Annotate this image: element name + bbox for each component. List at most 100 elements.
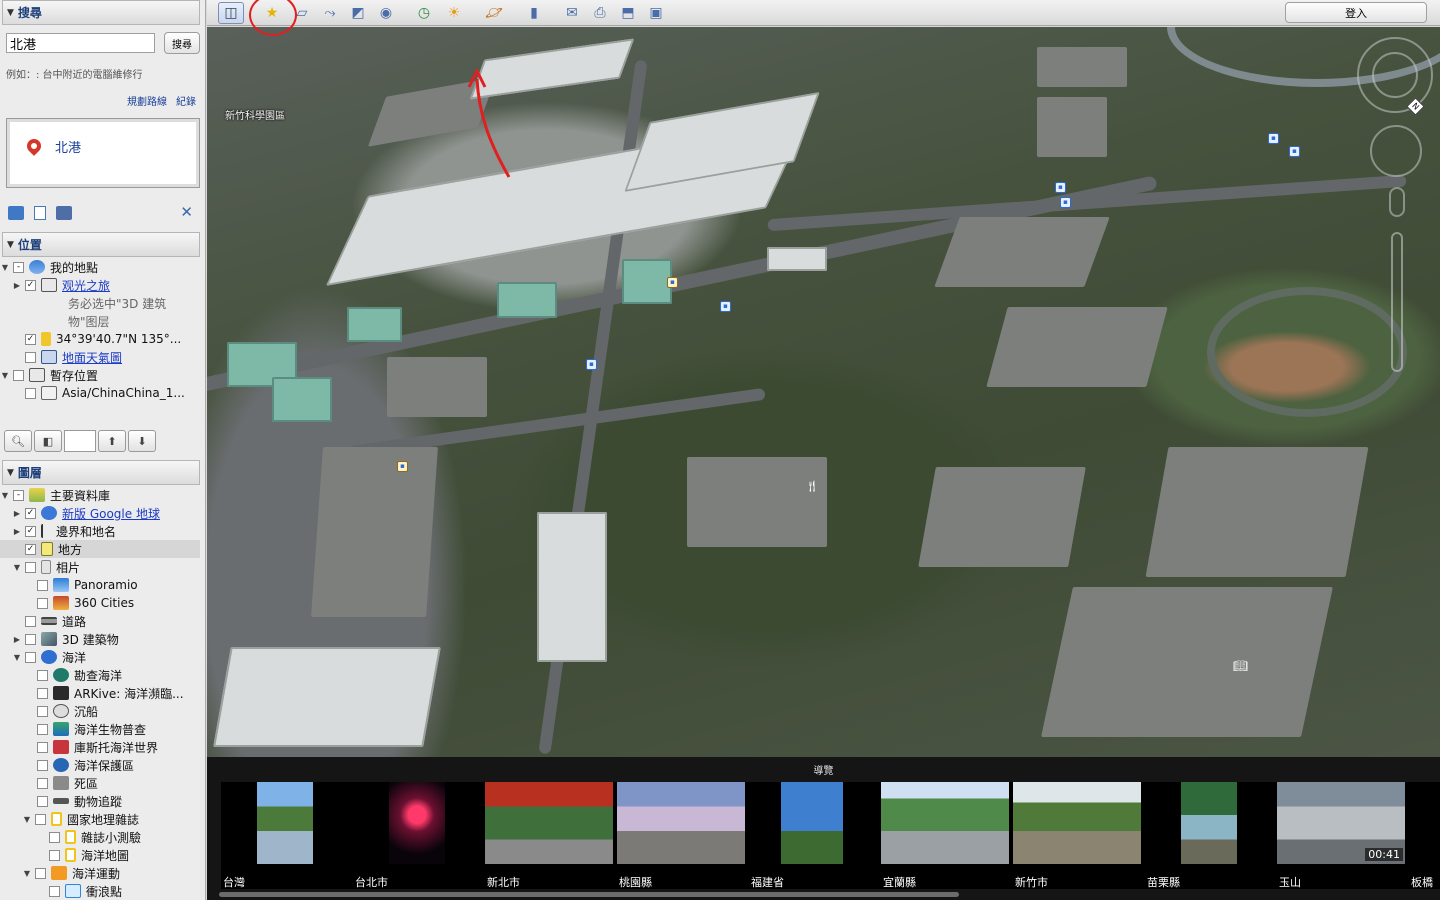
planets-button[interactable]: 🪐︎: [481, 2, 507, 24]
tour-card[interactable]: 台灣: [221, 782, 353, 889]
expand-triangle-icon[interactable]: ▼: [12, 563, 22, 572]
tour-card[interactable]: 新北市: [485, 782, 617, 889]
search-places-button[interactable]: 🔍︎: [4, 430, 32, 452]
places-filter-input[interactable]: [64, 430, 96, 452]
tour-card[interactable]: 板橋: [1409, 782, 1440, 889]
landmark-icon[interactable]: ▪: [667, 277, 678, 288]
expand-triangle-icon[interactable]: ▼: [0, 263, 10, 272]
checkbox[interactable]: [25, 633, 36, 645]
checkbox[interactable]: ✓: [25, 525, 36, 537]
sidebar-toggle-button[interactable]: ◫: [218, 2, 244, 24]
checkbox[interactable]: [25, 651, 36, 663]
layer-new-google-earth[interactable]: ▶ ✓ 新版 Google 地球: [0, 504, 200, 522]
bus-stop-icon[interactable]: ▪: [586, 359, 597, 370]
checkbox[interactable]: -: [13, 489, 24, 501]
layer-arkive[interactable]: ARKive: 海洋瀕臨...: [0, 684, 200, 702]
search-panel-header[interactable]: ▼ 搜尋: [2, 0, 200, 25]
print-icon[interactable]: [56, 206, 72, 220]
layers-panel-header[interactable]: ▼ 圖層: [2, 460, 200, 485]
layer-3d-buildings[interactable]: ▶ 3D 建築物: [0, 630, 200, 648]
expand-triangle-icon[interactable]: ▼: [22, 869, 32, 878]
layer-marine-protected-areas[interactable]: 海洋保護區: [0, 756, 200, 774]
checkbox[interactable]: [35, 867, 46, 879]
bus-stop-icon[interactable]: ▪: [1055, 182, 1066, 193]
layer-magazine-quiz[interactable]: 雜誌小測驗: [0, 828, 200, 846]
tour-card[interactable]: 桃園縣: [617, 782, 749, 889]
history-link[interactable]: 紀錄: [176, 93, 196, 108]
book-icon[interactable]: 📖︎: [1233, 660, 1248, 673]
close-icon[interactable]: ✕: [180, 203, 193, 221]
layer-360-cities[interactable]: 360 Cities: [0, 594, 200, 612]
checkbox[interactable]: [37, 597, 48, 609]
layer-places[interactable]: ✓ 地方: [0, 540, 200, 558]
layer-shipwrecks[interactable]: 沉船: [0, 702, 200, 720]
checkbox[interactable]: [49, 831, 60, 843]
checkbox[interactable]: [37, 795, 48, 807]
sunlight-button[interactable]: ☀: [441, 2, 467, 24]
tree-item-temporary-places[interactable]: ▼ 暫存位置: [0, 366, 200, 384]
map-3d-view[interactable]: ▪ ▪ ▪ ▪ ▪ ▪ ▪ ▪ 🍴︎ 📖︎ 新竹科學園區 N: [207, 27, 1440, 757]
print-button[interactable]: ⎙: [587, 2, 613, 24]
copy-icon[interactable]: [34, 206, 46, 220]
checkbox[interactable]: [49, 885, 60, 897]
email-button[interactable]: ✉: [559, 2, 585, 24]
login-button[interactable]: 登入: [1285, 2, 1427, 23]
search-result-link[interactable]: 北港: [55, 137, 81, 156]
record-tour-button[interactable]: ◉: [373, 2, 399, 24]
save-image-button[interactable]: ⬒: [615, 2, 641, 24]
route-planning-link[interactable]: 規劃路線: [127, 93, 167, 108]
checkbox[interactable]: [37, 705, 48, 717]
bus-stop-icon[interactable]: ▪: [1268, 133, 1279, 144]
expand-triangle-icon[interactable]: ▼: [22, 815, 32, 824]
tour-card[interactable]: 福建省: [749, 782, 881, 889]
expand-triangle-icon[interactable]: ▼: [0, 371, 10, 380]
checkbox[interactable]: ✓: [25, 279, 36, 291]
expand-triangle-icon[interactable]: ▼: [0, 491, 10, 500]
places-panel-header[interactable]: ▼ 位置: [2, 232, 200, 257]
checkbox[interactable]: [49, 849, 60, 861]
checkbox[interactable]: ✓: [25, 543, 36, 555]
map-place-label[interactable]: 新竹科學園區: [225, 107, 285, 122]
tree-item-link[interactable]: 地面天氣圖: [62, 349, 122, 366]
zoom-slider[interactable]: [1391, 232, 1403, 372]
expand-triangle-icon[interactable]: ▼: [12, 653, 22, 662]
checkbox[interactable]: [25, 351, 36, 363]
street-view-pegman-icon[interactable]: [1389, 187, 1405, 217]
bus-stop-icon[interactable]: ▪: [1060, 197, 1071, 208]
layer-animal-tracking[interactable]: 動物追蹤: [0, 792, 200, 810]
restaurant-icon[interactable]: 🍴︎: [805, 481, 819, 493]
layer-ocean[interactable]: ▼ 海洋: [0, 648, 200, 666]
checkbox[interactable]: [25, 615, 36, 627]
tour-card[interactable]: 台北市: [353, 782, 485, 889]
layer-roads[interactable]: 道路: [0, 612, 200, 630]
layer-primary-database[interactable]: ▼ - 主要資料庫: [0, 486, 200, 504]
checkbox[interactable]: [35, 813, 46, 825]
collapse-triangle-icon[interactable]: ▼: [7, 8, 14, 18]
ruler-button[interactable]: ▮: [521, 2, 547, 24]
checkbox[interactable]: [37, 669, 48, 681]
expand-triangle-icon[interactable]: ▶: [12, 527, 22, 536]
tree-item-my-places[interactable]: ▼ - 我的地點: [0, 258, 200, 276]
add-folder-icon[interactable]: [8, 206, 24, 220]
checkbox[interactable]: [37, 777, 48, 789]
tour-scrollbar[interactable]: [219, 892, 959, 897]
layer-ocean-sports[interactable]: ▼ 海洋運動: [0, 864, 200, 882]
search-input[interactable]: [6, 33, 155, 53]
layer-surf-spots[interactable]: 衝浪點: [0, 882, 200, 900]
view-in-maps-button[interactable]: ▣: [643, 2, 669, 24]
layer-panoramio[interactable]: Panoramio: [0, 576, 200, 594]
tree-item-link[interactable]: 观光之旅: [62, 277, 110, 294]
historical-imagery-button[interactable]: ◷: [411, 2, 437, 24]
checkbox[interactable]: [37, 741, 48, 753]
collapse-triangle-icon[interactable]: ▼: [7, 240, 14, 250]
landmark-icon[interactable]: ▪: [397, 461, 408, 472]
add-path-button[interactable]: ⤳: [317, 2, 343, 24]
checkbox[interactable]: [13, 369, 24, 381]
checkbox[interactable]: [37, 759, 48, 771]
move-down-button[interactable]: ⬇: [128, 430, 156, 452]
expand-triangle-icon[interactable]: ▶: [12, 635, 22, 644]
checkbox[interactable]: [37, 579, 48, 591]
look-joystick-inner[interactable]: [1372, 52, 1418, 98]
tree-item-temp-file[interactable]: Asia/ChinaChina_1...: [0, 384, 200, 402]
checkbox[interactable]: [25, 387, 36, 399]
